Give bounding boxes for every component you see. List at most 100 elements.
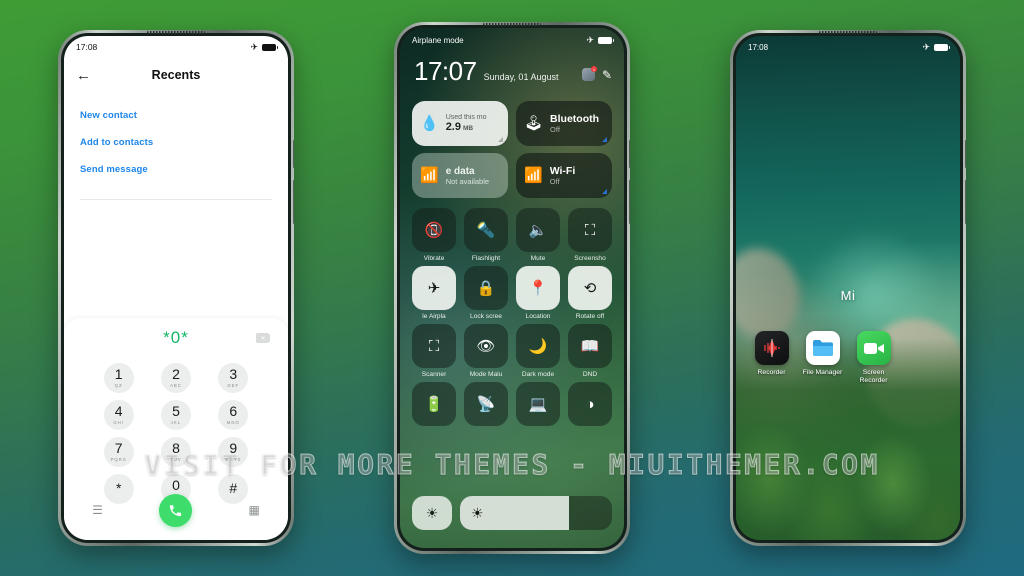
battery-icon [934,43,950,51]
tile-bluetooth[interactable]: 🕹 Bluetooth Off [516,101,612,146]
book-icon: 📖 [568,324,612,368]
toggle-rotate[interactable]: ⟲ Rotate off [568,266,612,320]
app-screen-recorder[interactable]: Screen Recorder [848,331,899,386]
toggle-screenshot[interactable]: ⛶ Screensho [568,208,612,262]
dial-key-9[interactable]: 9 WXYZ [205,434,262,470]
home-screen: 17:08 ✈ Mi Recorder File Manager Screen … [736,36,960,540]
key-digit: 4 [114,403,123,419]
keypad-icon[interactable]: ▦ [249,503,260,517]
folder-icon [805,331,840,365]
clock-actions: 1 ✎ [581,66,612,84]
toggle-reading-mode[interactable]: 👁 Mode Malu [464,324,508,378]
toggle-contrast[interactable]: ◑ [568,382,612,429]
key-digit: 5 [172,403,180,419]
airplane-icon: ✈ [250,41,258,52]
earpiece-grille [819,31,877,34]
dial-key-7[interactable]: 7 PQRS [90,434,147,470]
dialed-number: *0* [163,328,189,347]
tile-unit: MB [462,125,474,132]
key-letters: GHI [113,420,124,425]
link-add-to-contacts[interactable]: Add to contacts [80,129,272,156]
flashlight-icon: 🔦 [464,208,508,252]
folder-label: Mi [840,288,856,303]
toggle-scanner[interactable]: ⛶ Scanner [412,324,456,378]
quick-toggle-row-2: ✈ le Airpla 🔒 Lock scree 📍 Location ⟲ Ro… [412,266,612,320]
rotate-lock-icon: ⟲ [568,266,612,310]
contact-action-list: New contact Add to contacts Send message [64,92,288,183]
app-label: Recorder [757,369,786,376]
tile-data-usage[interactable]: 💧 Used this mo 2.9 MB [412,101,508,146]
badge-count: 1 [590,66,597,72]
toggle-location[interactable]: 📍 Location [516,266,560,320]
key-digit: 1 [114,366,123,382]
toggle-cast[interactable]: 📡 [464,382,508,429]
divider [80,199,272,200]
signal-icon: 📶 [420,167,439,184]
app-grid: Recorder File Manager Screen Recorder [746,331,950,386]
toggle-dnd[interactable]: 📖 DND [568,324,612,378]
status-time: 17:08 [76,42,98,52]
back-arrow-icon[interactable]: ← [76,68,91,83]
link-new-contact[interactable]: New contact [80,102,272,129]
toggle-dark-mode[interactable]: 🌙 Dark mode [516,324,560,378]
dial-key-3[interactable]: 3 DEF [205,360,262,396]
clock-block: 17:07 Sunday, 01 August 1 ✎ [414,58,612,84]
key-letters: WXYZ [225,457,242,462]
brightness-row: ☀ ☀ [412,496,612,530]
toggle-mute[interactable]: 🔈 Mute [516,208,560,262]
big-tile-row-2: 📶 e data Not available 📶 Wi-Fi Off [412,153,612,198]
toggle-flashlight[interactable]: 🔦 Flashlight [464,208,508,262]
key-letters: TUV [170,457,182,462]
dial-key-4[interactable]: 4 GHI [90,397,147,433]
wifi-off-icon: 📶 [524,167,543,184]
recorder-glyph [763,339,780,357]
video-camera-glyph [863,343,884,354]
toggle-screen-cast[interactable]: 💻 [516,382,560,429]
toggle-label: Lock scree [470,313,502,320]
brightness-icon: ☀ [460,496,570,530]
edit-icon[interactable]: ✎ [602,69,612,81]
toggle-lock-screen[interactable]: 🔒 Lock scree [464,266,508,320]
brightness-auto-icon[interactable]: ☀ [412,496,452,530]
phone-center: Airplane mode ✈ 17:07 Sunday, 01 August … [394,22,630,554]
toggle-label: Flashlight [471,255,501,262]
backspace-icon[interactable]: ✕ [256,333,270,343]
cast-icon: 📡 [464,382,508,426]
water-drop-icon: 💧 [420,115,439,132]
tile-title: Wi-Fi [549,165,576,177]
dial-key-2[interactable]: 2 ABC [147,360,204,396]
menu-icon[interactable]: ☰ [92,503,103,517]
app-recorder[interactable]: Recorder [746,331,797,386]
earpiece-grille [147,31,205,34]
toggle-airplane[interactable]: ✈ le Airpla [412,266,456,320]
key-digit: 6 [229,403,238,419]
tile-value: 2.9 [445,121,461,133]
toggle-vibrate[interactable]: 📵 Vibrate [412,208,456,262]
screenshot-icon: ⛶ [568,208,612,252]
dialpad-keys: 1 QZ 2 ABC 3 DEF 4 GHI 5 JKL 6 MNO 7 PQR… [64,360,288,507]
quick-toggle-row-4: 🔋 📡 💻 ◑ [412,382,612,429]
call-button[interactable] [159,493,193,527]
call-icon [170,504,182,516]
earpiece-grille [483,23,541,26]
tile-wifi[interactable]: 📶 Wi-Fi Off [516,153,612,198]
quick-toggle-row-1: 📵 Vibrate 🔦 Flashlight 🔈 Mute ⛶ Screensh… [412,208,612,262]
app-file-manager[interactable]: File Manager [797,331,848,386]
resize-corner-icon [498,137,503,142]
link-send-message[interactable]: Send message [80,156,272,183]
clock-time: 17:07 [414,56,477,86]
airplane-icon: ✈ [412,266,456,310]
location-pin-icon: 📍 [516,266,560,310]
battery-icon [262,43,278,51]
volume-icon: 🔈 [516,208,560,252]
battery-icon [598,36,614,44]
toggle-battery-saver[interactable]: 🔋 [412,382,456,429]
tile-mobile-data[interactable]: 📶 e data Not available [412,153,508,198]
dial-key-6[interactable]: 6 MNO [205,397,262,433]
dial-key-1[interactable]: 1 QZ [90,360,147,396]
dial-key-8[interactable]: 8 TUV [147,434,204,470]
dial-key-5[interactable]: 5 JKL [147,397,204,433]
brightness-slider[interactable]: ☀ [460,496,612,530]
notification-app-icon[interactable]: 1 [581,66,597,81]
app-label: File Manager [802,369,843,376]
